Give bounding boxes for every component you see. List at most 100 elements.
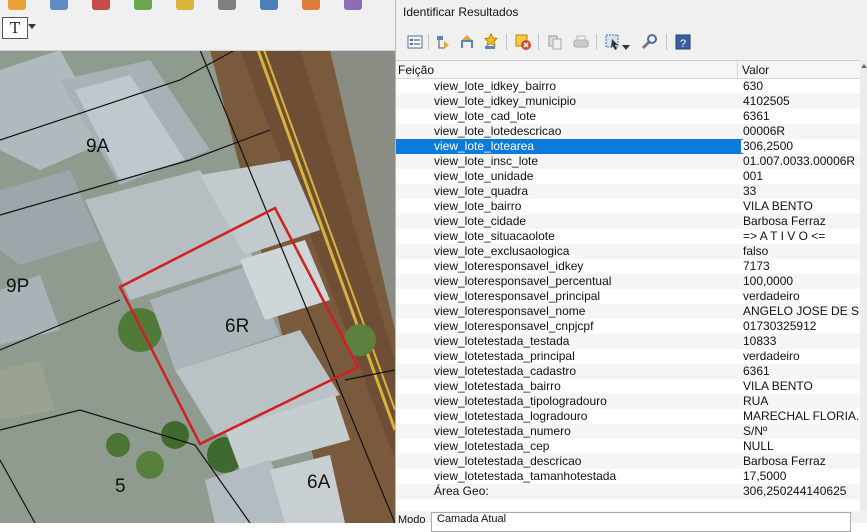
table-row[interactable]: view_lotetestada_bairro VILA BENTO [396,379,860,394]
map-canvas[interactable]: T 9A 9P 6R 5 6A [0,0,395,523]
aerial-imagery [0,0,395,523]
panel-title: Identificar Resultados [403,5,519,19]
table-row[interactable]: view_lote_cidade Barbosa Ferraz [396,214,860,229]
table-row[interactable]: view_lotetestada_logradouro MARECHAL FLOR… [396,409,860,424]
row-value: 01.007.0033.00006R [743,154,856,168]
toolbar-icon-partial-8[interactable] [302,0,320,10]
expand-tree-icon[interactable] [406,33,424,51]
table-row[interactable]: view_loteresponsavel_nome ANGELO JOSE DE … [396,304,860,319]
row-feature-name: view_lote_insc_lote [434,154,539,168]
table-row[interactable]: view_lote_lotearea 306,2500 [396,139,860,154]
table-row[interactable]: view_lote_quadra 33 [396,184,860,199]
help-icon[interactable]: ? [674,33,692,51]
column-divider[interactable] [737,61,738,78]
identify-results-panel: Identificar Resultados ? Feição Valor vi… [395,0,867,532]
table-row[interactable]: view_loteresponsavel_idkey 7173 [396,259,860,274]
row-feature-name: view_lote_bairro [434,199,522,213]
row-value: 306,250244140625 [743,484,847,498]
row-value: RUA [743,394,769,408]
table-row[interactable]: view_lote_unidade 001 [396,169,860,184]
row-value: => A T I V O <= [743,229,826,243]
copy-feature-icon[interactable] [546,33,564,51]
row-feature-name: view_lote_exclusaologica [434,244,570,258]
row-feature-name: view_lotetestada_numero [434,424,571,438]
table-row[interactable]: view_lotetestada_tamanhotestada 17,5000 [396,469,860,484]
lot-label-6r: 6R [225,316,250,337]
table-row[interactable]: view_lotetestada_cep NULL [396,439,860,454]
row-feature-name: view_lote_cidade [434,214,527,228]
table-row[interactable]: view_lote_situacaolote => A T I V O <= [396,229,860,244]
lot-label-9a: 9A [86,136,110,157]
row-feature-name: view_loteresponsavel_nome [434,304,586,318]
chevron-down-icon[interactable] [28,24,36,29]
identify-settings-icon[interactable] [640,33,658,51]
row-feature-name: view_lotetestada_descricao [434,454,582,468]
toolbar-separator [538,34,539,50]
panel-toolbar: ? [396,28,867,56]
toolbar-icon-partial-6[interactable] [218,0,236,10]
row-value: 01730325912 [743,319,817,333]
collapse-tree-icon[interactable] [434,33,452,51]
row-value: verdadeiro [743,349,800,363]
expand-all-icon[interactable] [482,32,500,51]
table-row[interactable]: view_lotetestada_descricao Barbosa Ferraz [396,454,860,469]
toolbar-icon-partial-3[interactable] [92,0,110,10]
row-feature-name: view_loteresponsavel_idkey [434,259,584,273]
lot-label-9p: 9P [6,276,30,297]
row-value: Barbosa Ferraz [743,214,826,228]
row-feature-name: view_lotetestada_principal [434,349,575,363]
row-value: 33 [743,184,757,198]
table-row[interactable]: view_loteresponsavel_principal verdadeiro [396,289,860,304]
table-row[interactable]: view_lote_idkey_bairro 630 [396,79,860,94]
toolbar-icon-partial-2[interactable] [50,0,68,10]
table-row[interactable]: view_lotetestada_tipologradouro RUA [396,394,860,409]
column-header-value[interactable]: Valor [742,63,769,77]
results-table[interactable]: Feição Valor view_lote_idkey_bairro 630 vi… [396,60,860,511]
toolbar-icon-partial-9[interactable] [344,0,362,10]
table-row[interactable]: Área Geo: 306,250244140625 [396,484,860,499]
mode-select[interactable]: Camada Atual [431,512,851,532]
table-row[interactable]: view_lote_idkey_municipio 4102505 [396,94,860,109]
row-value: 001 [743,169,764,183]
table-row[interactable]: view_lote_insc_lote 01.007.0033.00006R [396,154,860,169]
toolbar-icon-partial-1[interactable] [8,0,26,10]
table-row[interactable]: view_lotetestada_cadastro 6361 [396,364,860,379]
row-feature-name: view_lote_unidade [434,169,534,183]
row-value: 10833 [743,334,777,348]
row-value: ANGELO JOSE DE S... [743,304,860,318]
table-header: Feição Valor [396,61,860,79]
vertical-scrollbar[interactable] [860,60,867,510]
table-row[interactable]: view_lotetestada_numero S/Nº [396,424,860,439]
row-feature-name: view_lotetestada_logradouro [434,409,588,423]
row-value: Barbosa Ferraz [743,454,826,468]
row-feature-name: view_lote_situacaolote [434,229,555,243]
row-value: 630 [743,79,764,93]
table-row[interactable]: view_lote_lotedescricao 00006R [396,124,860,139]
row-value: 7173 [743,259,770,273]
table-row[interactable]: view_loteresponsavel_cnpjcpf 01730325912 [396,319,860,334]
select-feature-icon[interactable] [604,33,622,51]
table-row[interactable]: view_lote_exclusaologica falso [396,244,860,259]
toolbar-separator [666,34,667,50]
table-row[interactable]: view_lotetestada_testada 10833 [396,334,860,349]
print-icon[interactable] [572,33,590,51]
chevron-down-icon[interactable] [622,38,630,56]
row-feature-name: view_lote_idkey_bairro [434,79,557,93]
table-row[interactable]: view_lote_bairro VILA BENTO [396,199,860,214]
expand-new-icon[interactable] [458,33,476,51]
table-row[interactable]: view_lotetestada_principal verdadeiro [396,349,860,364]
table-row[interactable]: view_lote_cad_lote 6361 [396,109,860,124]
toolbar-icon-partial-4[interactable] [134,0,152,10]
row-value: 00006R [743,124,786,138]
text-annotation-icon[interactable]: T [2,17,28,39]
row-feature-name: view_lotetestada_cadastro [434,364,577,378]
row-feature-name: view_lote_lotedescricao [434,124,562,138]
table-row[interactable]: view_loteresponsavel_percentual 100,0000 [396,274,860,289]
toolbar-icon-partial-7[interactable] [260,0,278,10]
column-header-feature[interactable]: Feição [398,63,434,77]
row-feature-name: view_lote_lotearea [434,139,535,153]
clear-results-icon[interactable] [514,33,532,51]
scroll-up-icon[interactable] [861,64,867,68]
row-value: 6361 [743,364,770,378]
toolbar-icon-partial-5[interactable] [176,0,194,10]
